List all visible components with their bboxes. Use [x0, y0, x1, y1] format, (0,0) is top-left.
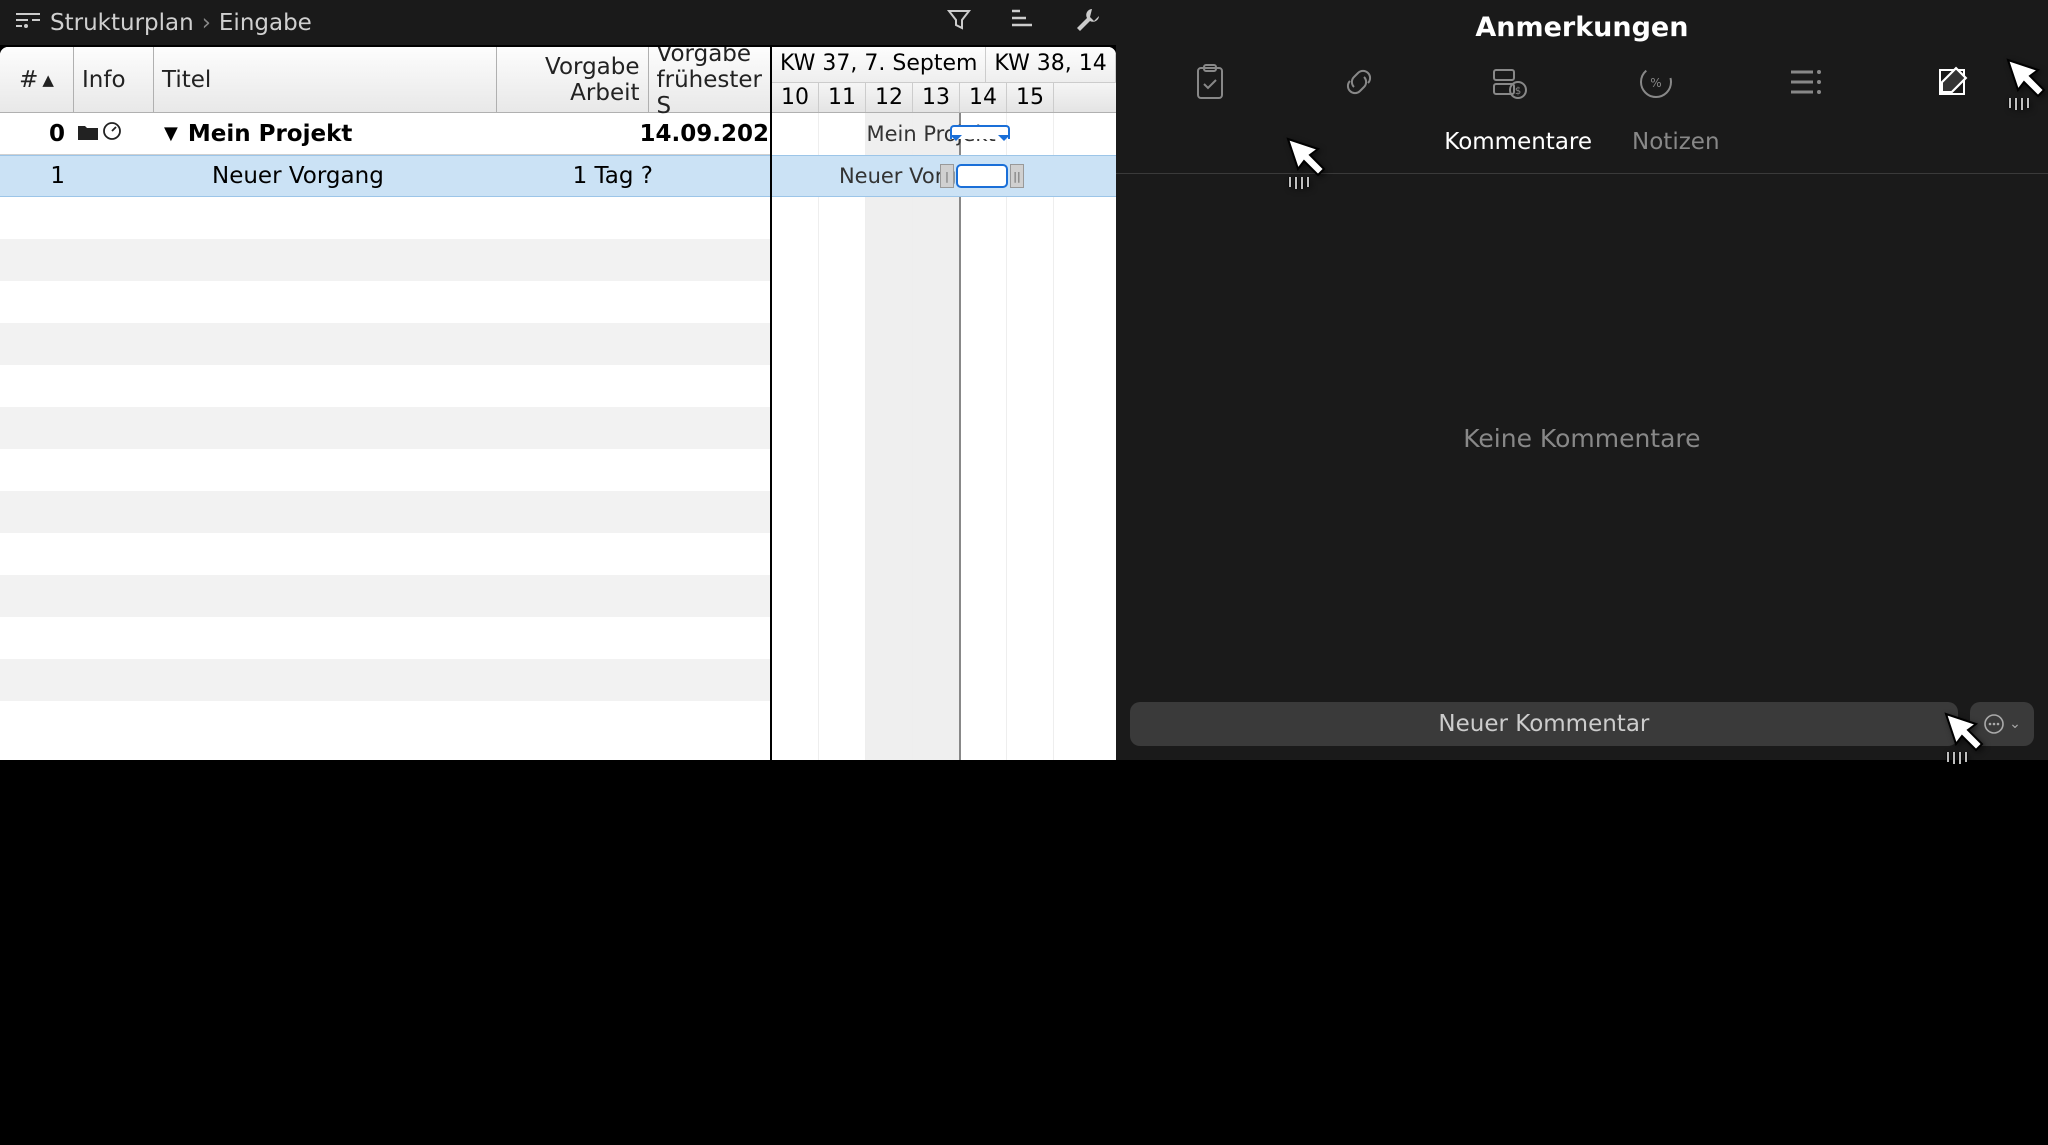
col-header-info[interactable]: Info — [74, 47, 154, 112]
gantt-summary-bar[interactable] — [950, 125, 1010, 139]
top-bar: Strukturplan › Eingabe — [0, 0, 1116, 45]
folder-icon — [77, 121, 99, 147]
col-header-work[interactable]: VorgabeArbeit — [497, 47, 649, 112]
breadcrumb: Strukturplan › Eingabe — [50, 10, 312, 36]
annotations-icon[interactable] — [1931, 59, 1977, 105]
row-title: ▼Mein Projekt — [154, 113, 488, 154]
chevron-right-icon: › — [202, 10, 211, 36]
breadcrumb-item[interactable]: Strukturplan — [50, 10, 194, 36]
main-area: Strukturplan › Eingabe #▲ Info Titel Vor… — [0, 0, 1116, 760]
new-comment-button[interactable]: Neuer Kommentar — [1130, 702, 1958, 746]
svg-text:%: % — [1651, 76, 1662, 90]
week-label: KW 38, 14 — [986, 47, 1115, 82]
panel-icon-tabs: $ % — [1116, 53, 2048, 119]
sheet: #▲ Info Titel VorgabeArbeit Vorgabefrühe… — [0, 47, 1116, 760]
empty-rows — [0, 197, 770, 743]
outline-grid: #▲ Info Titel VorgabeArbeit Vorgabefrühe… — [0, 47, 772, 760]
panel-title: Anmerkungen — [1116, 0, 2048, 53]
app-logo-icon — [14, 10, 42, 36]
list-icon[interactable] — [1782, 59, 1828, 105]
clock-icon — [102, 121, 122, 147]
bar-handle-right[interactable]: || — [1010, 164, 1024, 188]
gantt-chart[interactable]: KW 37, 7. Septem KW 38, 14 10 11 12 13 1… — [772, 47, 1116, 760]
gantt-body[interactable]: Mein Projekt Neuer Vorgang | || — [772, 113, 1116, 760]
sort-asc-icon: ▲ — [42, 71, 54, 89]
gantt-task-bar[interactable]: | || — [940, 164, 1024, 188]
percent-icon[interactable]: % — [1633, 59, 1679, 105]
day-label: 12 — [866, 83, 913, 112]
breadcrumb-item[interactable]: Eingabe — [219, 10, 312, 36]
day-label: 13 — [913, 83, 960, 112]
row-work: 1 Tag ? — [512, 156, 664, 196]
bar-handle-left[interactable]: | — [940, 164, 954, 188]
row-work — [488, 113, 640, 154]
tab-comments[interactable]: Kommentare — [1444, 129, 1592, 163]
panel-body: Keine Kommentare — [1116, 174, 2048, 702]
table-row[interactable]: 1 Neuer Vorgang 1 Tag ? — [0, 155, 770, 197]
inspector-panel: Anmerkungen $ % Kommentare Notizen Keine… — [1116, 0, 2048, 760]
col-header-start[interactable]: Vorgabefrühester S — [649, 47, 770, 112]
row-title: Neuer Vorgang — [154, 156, 512, 196]
day-label: 11 — [819, 83, 866, 112]
row-info — [74, 156, 154, 196]
row-start: 14.09.202 — [640, 113, 771, 154]
panel-footer: Neuer Kommentar ⌄ — [1116, 702, 2048, 760]
disclosure-triangle-icon[interactable]: ▼ — [164, 123, 178, 144]
day-label: 10 — [772, 83, 819, 112]
filter-icon[interactable] — [944, 5, 974, 41]
table-row[interactable]: 0 ▼Mein Projekt 14.09.202 — [0, 113, 770, 155]
tab-notes[interactable]: Notizen — [1632, 129, 1720, 163]
checklist-icon[interactable] — [1187, 59, 1233, 105]
empty-state-text: Keine Kommentare — [1463, 424, 1700, 453]
col-header-number[interactable]: #▲ — [0, 47, 74, 112]
more-button[interactable]: ⌄ — [1970, 702, 2034, 746]
wrench-icon[interactable] — [1072, 5, 1102, 41]
link-icon[interactable] — [1336, 59, 1382, 105]
day-label: 15 — [1007, 83, 1054, 112]
row-info — [74, 113, 154, 154]
row-number: 0 — [0, 113, 74, 154]
svg-text:$: $ — [1514, 86, 1520, 97]
outline-icon[interactable] — [1008, 5, 1038, 41]
grid-header: #▲ Info Titel VorgabeArbeit Vorgabefrühe… — [0, 47, 770, 113]
row-start — [664, 156, 770, 196]
week-label: KW 37, 7. Septem — [772, 47, 986, 82]
cost-icon[interactable]: $ — [1485, 59, 1531, 105]
row-number: 1 — [0, 156, 74, 196]
panel-subtabs: Kommentare Notizen — [1116, 119, 2048, 174]
gantt-week-header: KW 37, 7. Septem KW 38, 14 — [772, 47, 1116, 83]
day-label: 14 — [960, 83, 1007, 112]
chevron-down-icon: ⌄ — [2009, 716, 2021, 732]
gantt-day-header: 10 11 12 13 14 15 — [772, 83, 1116, 113]
col-header-title[interactable]: Titel — [154, 47, 497, 112]
